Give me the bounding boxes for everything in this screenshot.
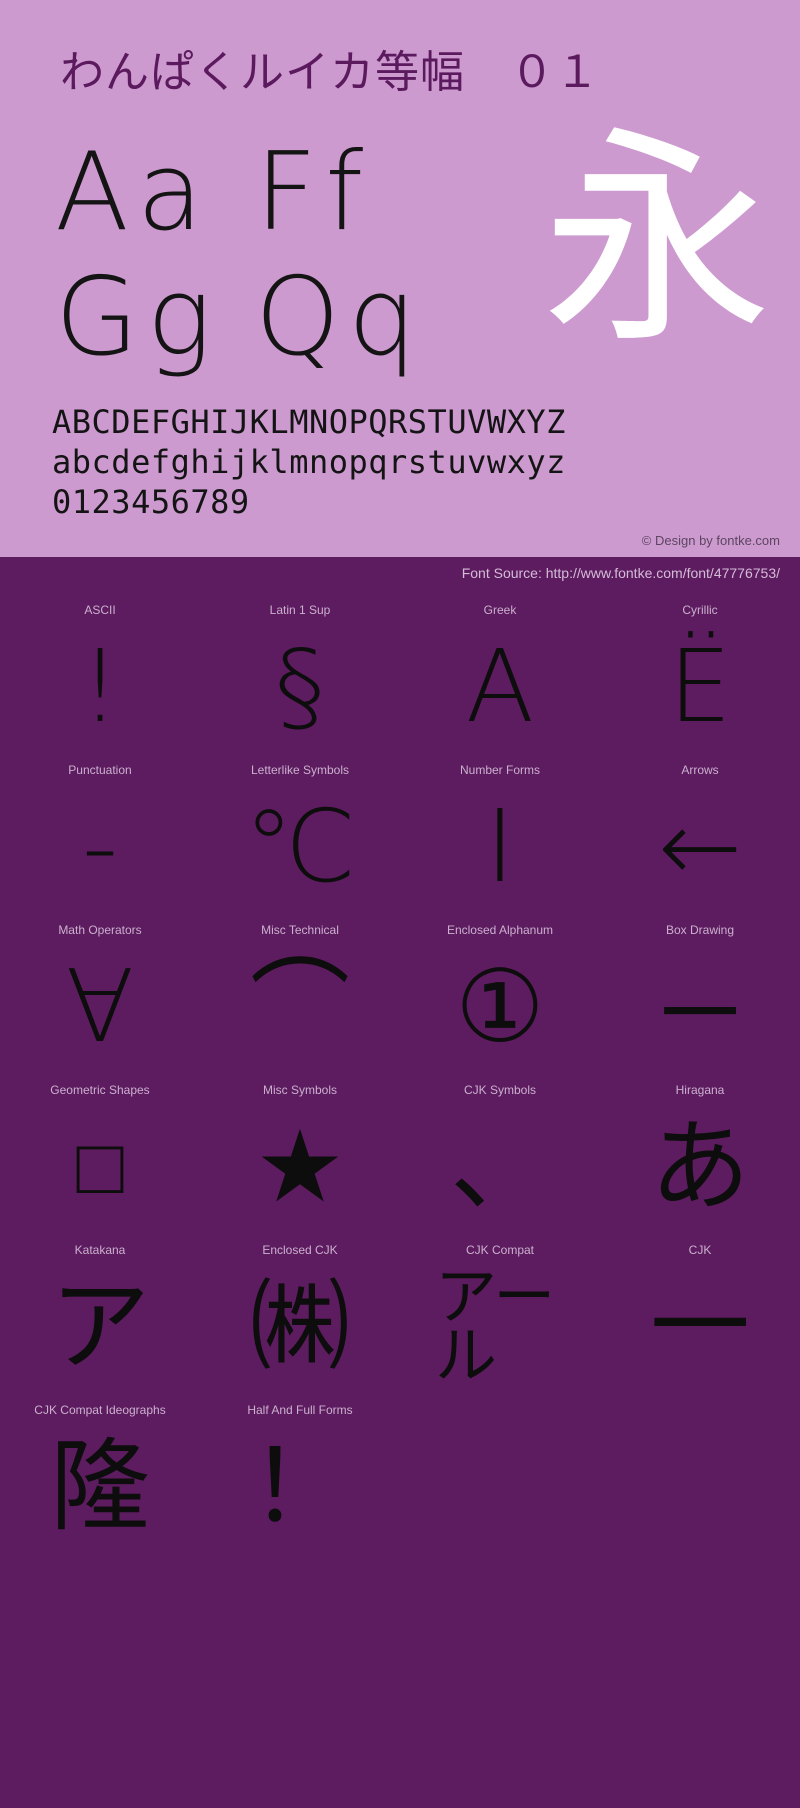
glyph-showcase: Aa Ff Gg Qq [55,130,475,380]
unicode-block-row: ASCII! Latin 1 Sup § Greek Α Cyrillic Ё [0,597,800,757]
unicode-block-cell[interactable]: Box Drawing ─ [600,917,800,1077]
unicode-block-glyph: ⌒ [250,948,350,1065]
uppercase-alphabet-line: ABCDEFGHIJKLMNOPQRSTUVWXYZ [52,403,566,441]
unicode-block-label: Enclosed Alphanum [446,923,554,937]
unicode-block-cell[interactable]: Number Forms Ⅰ [400,757,600,917]
unicode-block-glyph: ‐ [81,788,119,905]
unicode-block-label: Cyrillic [682,603,718,617]
unicode-block-glyph: ㈱ [250,1268,350,1385]
unicode-block-label: Half And Full Forms [247,1403,353,1417]
unicode-block-row: CJK Compat Ideographs 隆 Half And Full Form… [0,1397,800,1557]
unicode-block-cell[interactable]: Punctuation ‐ [0,757,200,917]
unicode-block-glyph: あ [650,1108,750,1225]
unicode-block-cell[interactable]: CJK 一 [600,1237,800,1397]
unicode-block-cell[interactable]: Misc Symbols ★ [200,1077,400,1237]
font-title: わんぱくルイカ等幅 ０１ [60,47,600,98]
unicode-block-cell[interactable]: Half And Full Forms ！ [200,1397,400,1557]
unicode-block-label: Box Drawing [665,923,735,937]
unicode-block-glyph: Ё [668,628,732,745]
unicode-block-label: Misc Symbols [262,1083,337,1097]
unicode-block-label: ASCII [84,603,116,617]
unicode-block-label: Misc Technical [261,923,339,937]
glyph-sample-Aa: Aa [55,130,212,255]
unicode-block-label: Letterlike Symbols [250,763,350,777]
font-source-link[interactable]: Font Source: http://www.fontke.com/font/… [462,563,780,583]
unicode-block-glyph: Α [465,628,535,745]
unicode-block-glyph: Ⅰ [485,788,515,905]
unicode-block-label: Math Operators [58,923,142,937]
unicode-block-cell[interactable]: CJK Compat アール [400,1237,600,1397]
unicode-block-label: Arrows [681,763,719,777]
font-source-bar: Font Source: http://www.fontke.com/font/… [0,557,800,591]
unicode-block-cell[interactable]: Katakana ア [0,1237,200,1397]
unicode-block-cell[interactable]: Enclosed CJK ㈱ [200,1237,400,1397]
digits-line: 0123456789 [52,483,250,521]
unicode-block-grid: ASCII! Latin 1 Sup § Greek Α Cyrillic Ё Punctua… [0,591,800,1557]
unicode-block-label: CJK [688,1243,712,1257]
unicode-block-row: Geometric Shapes □ Misc Symbols ★ CJK Symbol… [0,1077,800,1237]
unicode-block-row: Katakana ア Enclosed CJK ㈱ CJK Compat アール CJK 一 [0,1237,800,1397]
glyph-sample-row: Gg Qq [55,255,475,380]
unicode-block-label: CJK Symbols [463,1083,537,1097]
unicode-block-cell[interactable]: Enclosed Alphanum ① [400,917,600,1077]
unicode-block-glyph: ∀ [65,948,135,1065]
unicode-block-glyph: ℃ [243,788,357,905]
unicode-block-cell[interactable]: Cyrillic Ё [600,597,800,757]
unicode-block-glyph: ← [658,788,742,905]
unicode-block-glyph: 隆 [50,1428,150,1545]
unicode-block-label: Number Forms [459,763,540,777]
unicode-block-cell[interactable]: Geometric Shapes □ [0,1077,200,1237]
unicode-block-cell[interactable]: Greek Α [400,597,600,757]
unicode-block-glyph: 、 [450,1108,550,1225]
unicode-block-cell[interactable]: Math Operators ∀ [0,917,200,1077]
unicode-block-glyph: ! [79,628,121,745]
unicode-block-glyph: アール [435,1260,556,1392]
unicode-block-row: Math Operators ∀ Misc Technical ⌒ Enclosed A… [0,917,800,1077]
unicode-block-cell[interactable]: Latin 1 Sup § [200,597,400,757]
glyph-sample-Qq: Qq [255,255,425,380]
lowercase-alphabet-line: abcdefghijklmnopqrstuvwxyz [52,443,566,481]
unicode-block-label: Geometric Shapes [50,1083,150,1097]
unicode-block-label: Enclosed CJK [262,1243,338,1257]
unicode-block-cell[interactable]: Misc Technical ⌒ [200,917,400,1077]
glyph-sample-Gg: Gg [55,255,220,380]
glyph-sample-row: Aa Ff [55,130,475,255]
unicode-block-glyph: ！ [250,1428,350,1545]
unicode-block-cell[interactable]: CJK Symbols 、 [400,1077,600,1237]
unicode-block-cell[interactable]: Hiragana あ [600,1077,800,1237]
unicode-block-cell[interactable]: ASCII! [0,597,200,757]
unicode-block-cell[interactable]: Letterlike Symbols ℃ [200,757,400,917]
unicode-block-label: Latin 1 Sup [269,603,331,617]
alphabet-block: ABCDEFGHIJKLMNOPQRSTUVWXYZ abcdefghijklm… [52,402,566,522]
unicode-block-glyph: ① [455,948,545,1065]
unicode-block-glyph: ─ [664,948,736,1065]
unicode-block-label: Katakana [74,1243,126,1257]
unicode-block-glyph: 一 [650,1268,750,1385]
glyph-sample-Ff: Ff [255,130,372,255]
unicode-block-glyph: □ [76,1122,124,1212]
unicode-block-label: CJK Compat [465,1243,535,1257]
unicode-block-label: CJK Compat Ideographs [34,1403,166,1417]
unicode-block-label: Greek [483,603,517,617]
unicode-block-label: Punctuation [68,763,132,777]
unicode-block-cell[interactable]: Arrows ← [600,757,800,917]
unicode-block-glyph: ア [50,1268,150,1385]
feature-cjk-glyph: 永 [541,108,772,375]
unicode-block-glyph: ★ [255,1108,345,1225]
unicode-block-row: Punctuation ‐ Letterlike Symbols ℃ Number Fo… [0,757,800,917]
specimen-panel: わんぱくルイカ等幅 ０１ Aa Ff Gg Qq 永 ABCDEFGHIJKLM… [0,0,800,557]
unicode-block-cell[interactable]: CJK Compat Ideographs 隆 [0,1397,200,1557]
unicode-block-label: Hiragana [675,1083,725,1097]
copyright-notice: © Design by fontke.com [641,533,780,548]
unicode-block-glyph: § [275,628,325,745]
